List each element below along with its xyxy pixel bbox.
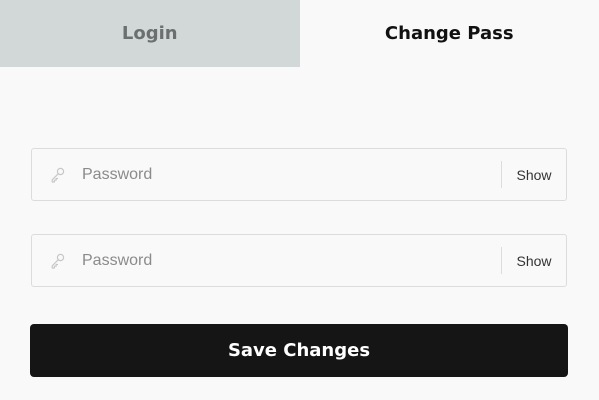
tab-login[interactable]: Login <box>0 0 300 67</box>
password-input[interactable] <box>82 149 501 200</box>
save-changes-button[interactable]: Save Changes <box>30 324 568 377</box>
tab-change-pass[interactable]: Change Pass <box>299 0 599 67</box>
confirm-password-input[interactable] <box>82 235 501 286</box>
show-password-button[interactable]: Show <box>502 149 566 200</box>
confirm-password-field: Show <box>31 234 567 287</box>
key-icon <box>32 149 82 200</box>
key-icon <box>32 235 82 286</box>
show-confirm-password-button[interactable]: Show <box>502 235 566 286</box>
password-field: Show <box>31 148 567 201</box>
change-password-page: Login Change Pass Show Show Save Changes <box>0 0 599 400</box>
auth-tabs: Login Change Pass <box>0 0 599 67</box>
